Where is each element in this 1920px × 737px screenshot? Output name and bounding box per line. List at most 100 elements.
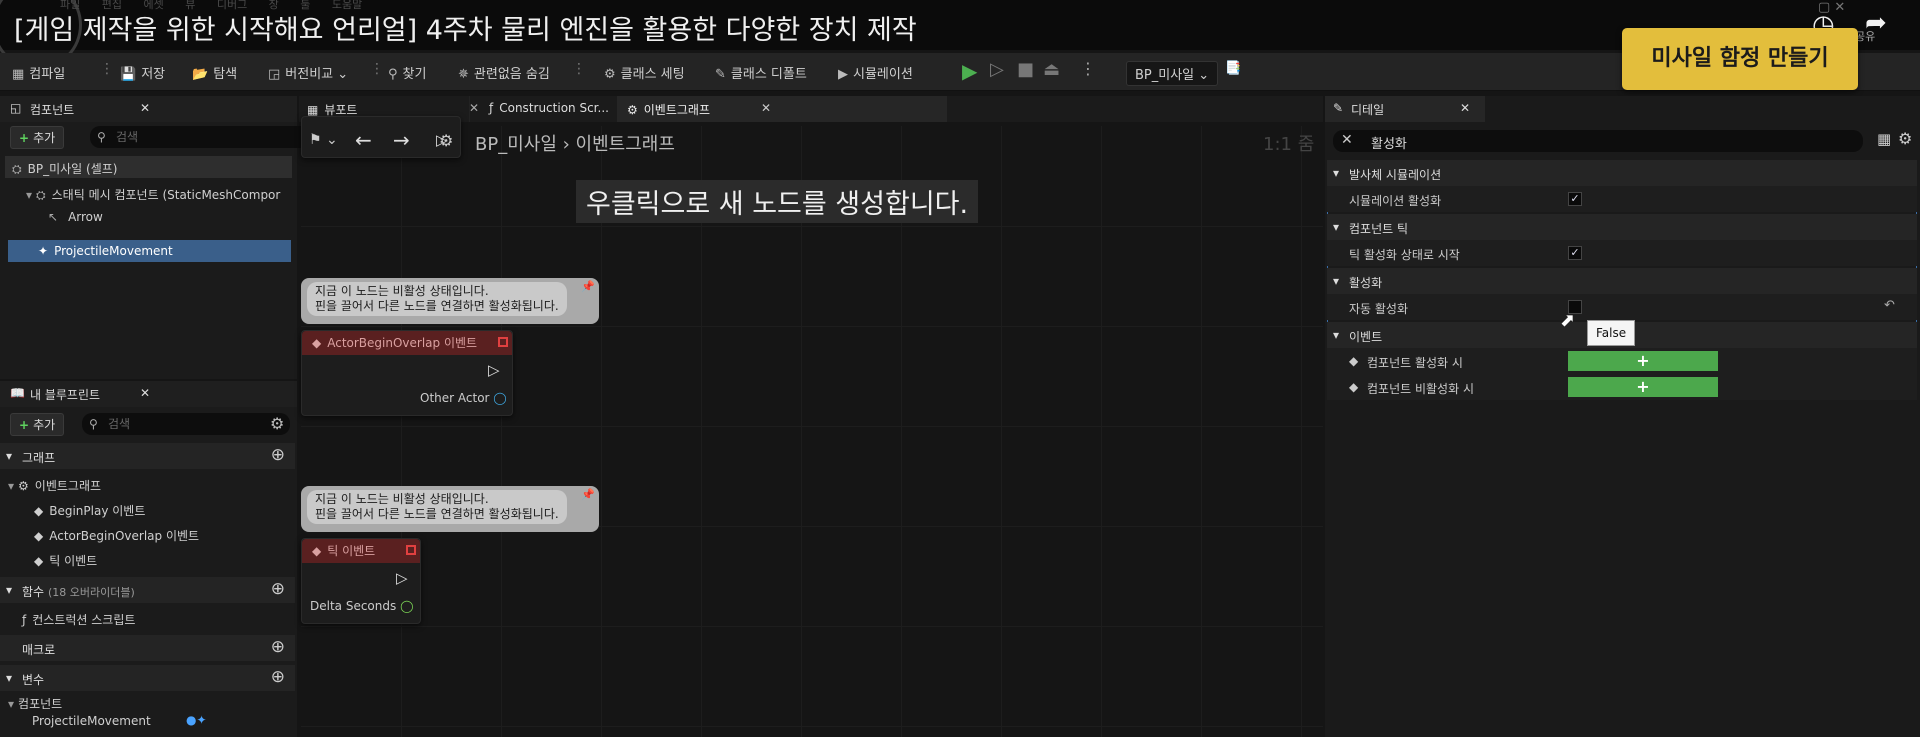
category-projectile-simulation[interactable]: ▾ 발사체 시뮬레이션: [1327, 160, 1917, 186]
close-icon[interactable]: ✕: [140, 386, 150, 400]
compile-button[interactable]: ▦ 컴파일: [12, 63, 65, 82]
chevron-down-icon: ▾: [26, 188, 33, 202]
component-root[interactable]: ⛭ BP_미사일 (셀프): [12, 160, 117, 177]
diff-button[interactable]: ◲ 버전비교 ⌄: [268, 63, 348, 82]
pin-icon[interactable]: 📌: [581, 488, 595, 501]
browse-button[interactable]: 📂 탐색: [192, 63, 237, 82]
close-icon[interactable]: ✕: [761, 101, 771, 115]
delegate-pin-icon[interactable]: [498, 337, 508, 347]
chevron-down-icon: ⌄: [1198, 68, 1210, 83]
back-arrow-icon[interactable]: ←: [355, 128, 372, 152]
step-button[interactable]: ▷: [990, 59, 1004, 80]
pin-delta-seconds[interactable]: Delta Seconds ◯: [310, 599, 414, 613]
component-search-input[interactable]: ⚲ 검색: [90, 126, 316, 148]
add-component-button[interactable]: + 추가: [10, 126, 65, 149]
event-item-overlap[interactable]: ◆ ActorBeginOverlap 이벤트: [34, 527, 199, 544]
breadcrumb-leaf: 이벤트그래프: [575, 134, 675, 155]
tab-construction-script[interactable]: ƒ Construction Scr...: [489, 101, 609, 115]
toolbar-separator: ⋮: [370, 61, 384, 77]
gear-icon[interactable]: ⚙: [1898, 129, 1912, 148]
gear-icon[interactable]: ⚙: [270, 414, 284, 433]
breadcrumb-separator-icon: ›: [562, 134, 576, 155]
toolbar-separator: ⋮: [100, 61, 114, 77]
debug-target-dropdown[interactable]: BP_미사일 ⌄: [1126, 61, 1219, 86]
eject-button[interactable]: ⏏: [1043, 59, 1060, 80]
event-diamond-icon: ◆: [312, 336, 322, 350]
tooltip: False: [1587, 320, 1636, 346]
class-settings-button[interactable]: ⚙ 클래스 세팅: [604, 63, 685, 82]
node-actor-begin-overlap[interactable]: ◆ ActorBeginOverlap 이벤트 ▷ Other Actor ◯: [301, 330, 513, 416]
graph-icon: ⚙: [439, 131, 454, 150]
hide-unrelated-button[interactable]: ✵ 관련없음 숨김: [458, 63, 550, 82]
zoom-level: 1:1 줌: [1263, 134, 1315, 155]
functions-section[interactable]: ▾ 함수 (18 오버라이더블) ⊕: [0, 577, 295, 603]
pin-other-actor[interactable]: Other Actor ◯: [420, 391, 507, 405]
mouse-cursor-icon: ⬈: [1560, 310, 1576, 331]
variable-projectile[interactable]: ProjectileMovement: [32, 714, 151, 728]
close-icon[interactable]: ✕: [140, 101, 150, 115]
pin-icon[interactable]: 📌: [581, 280, 595, 293]
details-search-input[interactable]: ✕ 활성화: [1333, 130, 1863, 152]
property-matrix-icon[interactable]: ▦: [1877, 130, 1891, 148]
my-blueprint-tab[interactable]: 📖 내 블루프린트 ✕: [0, 381, 297, 407]
chevron-down-icon: ▾: [6, 449, 13, 463]
macros-section[interactable]: 매크로 ⊕: [0, 635, 295, 661]
add-on-deactivated-button[interactable]: +: [1568, 377, 1718, 397]
add-macro-icon[interactable]: ⊕: [271, 637, 285, 657]
breadcrumb: BP_미사일 › 이벤트그래프: [475, 130, 675, 156]
components-var-category[interactable]: ▾ 컴포넌트: [8, 695, 62, 712]
event-item-beginplay[interactable]: ◆ BeginPlay 이벤트: [34, 502, 145, 519]
add-function-icon[interactable]: ⊕: [271, 579, 285, 599]
tab-event-graph[interactable]: ⚙ 이벤트그래프: [627, 101, 710, 118]
bookmark-icon[interactable]: ⚑ ⌄: [309, 132, 338, 148]
pencil-icon: ✎: [715, 67, 726, 82]
component-static-mesh[interactable]: ▾ ⛭ 스태틱 메시 컴포넌트 (StaticMeshCompor: [26, 186, 280, 203]
share-label: 공유: [1855, 30, 1876, 43]
forward-arrow-icon[interactable]: →: [393, 128, 410, 152]
add-graph-icon[interactable]: ⊕: [271, 445, 285, 465]
prop-on-component-activated: ◆ 컴포넌트 활성화 시 +: [1327, 348, 1917, 374]
start-tick-enabled-checkbox[interactable]: ✓: [1568, 246, 1582, 260]
exec-pin-icon[interactable]: ▷: [396, 569, 408, 587]
more-options-icon[interactable]: ⋮: [1080, 59, 1096, 78]
exec-pin-icon[interactable]: ▷: [488, 361, 500, 379]
debug-select-icon[interactable]: 📑: [1225, 61, 1241, 76]
category-activation[interactable]: ▾ 활성화: [1327, 268, 1917, 294]
simulation-button[interactable]: ▶ 시뮬레이션: [838, 63, 913, 82]
save-button[interactable]: 💾 저장: [120, 63, 165, 82]
play-button[interactable]: ▶: [962, 59, 977, 83]
chevron-down-icon: ▾: [1333, 220, 1340, 234]
component-projectile[interactable]: ✦ ProjectileMovement: [38, 244, 173, 258]
add-member-button[interactable]: + 추가: [10, 413, 65, 436]
delegate-pin-icon[interactable]: [406, 545, 416, 555]
blueprint-search-input[interactable]: ⚲ 검색: [82, 413, 290, 435]
gear-icon: ⚙: [604, 67, 616, 82]
breadcrumb-root[interactable]: BP_미사일: [475, 134, 557, 155]
find-button[interactable]: ⚲ 찾기: [388, 63, 426, 82]
clear-search-icon[interactable]: ✕: [1341, 132, 1353, 148]
video-title[interactable]: [게임 제작을 위한 시작해요 언리얼] 4주차 물리 엔진을 활용한 다양한 …: [14, 8, 917, 47]
class-defaults-button[interactable]: ✎ 클래스 디폴트: [715, 63, 807, 82]
event-graph-canvas[interactable]: ▷ ⚑ ⌄ ← → ⚙ BP_미사일 › 이벤트그래프 1:1 줌 우클릭으로 …: [301, 116, 1323, 737]
component-arrow[interactable]: ↖ Arrow: [48, 210, 103, 224]
graphs-section[interactable]: ▾ 그래프 ⊕: [0, 443, 295, 469]
add-variable-icon[interactable]: ⊕: [271, 667, 285, 687]
construction-script-item[interactable]: ƒ 컨스트럭션 스크립트: [22, 611, 135, 628]
simulation-enabled-checkbox[interactable]: ✓: [1568, 192, 1582, 206]
event-item-tick[interactable]: ◆ 틱 이벤트: [34, 552, 97, 569]
components-tab[interactable]: ◱ 컴포넌트 ✕: [0, 96, 297, 122]
graph-icon: ⚙: [18, 479, 29, 493]
category-component-tick[interactable]: ▾ 컴포넌트 틱: [1327, 214, 1917, 240]
close-icon[interactable]: ✕: [1460, 101, 1470, 115]
stop-button[interactable]: ■: [1017, 59, 1034, 80]
add-on-activated-button[interactable]: +: [1568, 351, 1718, 371]
reset-to-default-icon[interactable]: ↶: [1884, 298, 1895, 313]
event-graph-item[interactable]: ▾ ⚙ 이벤트그래프: [8, 477, 101, 494]
details-tab[interactable]: ✎ 디테일 ✕: [1325, 96, 1485, 122]
chevron-down-icon: ▾: [8, 697, 15, 711]
node-event-tick[interactable]: ◆ 틱 이벤트 ▷ Delta Seconds ◯: [301, 538, 421, 624]
close-icon[interactable]: ✕: [469, 101, 479, 115]
chevron-down-icon: ▾: [1333, 166, 1340, 180]
tab-divider: [469, 96, 470, 122]
variables-section[interactable]: ▾ 변수 ⊕: [0, 665, 295, 691]
